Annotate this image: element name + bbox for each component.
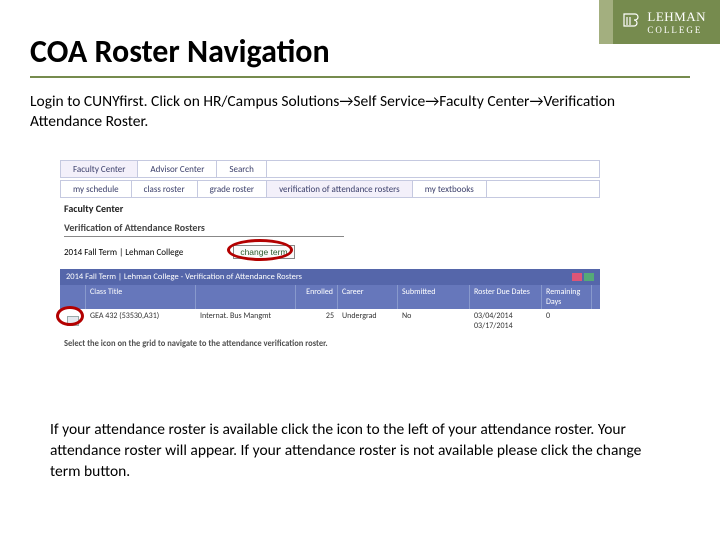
grid-hint: Select the icon on the grid to navigate … [64,339,600,349]
roster-icon[interactable] [67,316,79,326]
footer-instructions: If your attendance roster is available c… [50,420,660,483]
page-title: COA Roster Navigation [30,32,330,71]
table-row: GEA 432 (53530,A31) Internat. Bus Mangmt… [60,309,600,333]
tab-advisor-center[interactable]: Advisor Center [138,161,217,177]
term-label: 2014 Fall Term | Lehman College [64,247,183,258]
tab-faculty-center[interactable]: Faculty Center [61,161,138,177]
brand-name: LEHMAN [647,9,706,25]
change-term-button[interactable]: change term [233,245,294,259]
tab-search[interactable]: Search [217,161,266,177]
brand-logo: LEHMAN COLLEGE [621,9,706,35]
grid-header-bar: 2014 Fall Term | Lehman College - Verifi… [60,269,600,285]
tab-my-textbooks[interactable]: my textbooks [413,181,487,197]
grid-toolbar-icons[interactable] [572,273,594,281]
brand-strip: LEHMAN COLLEGE [599,0,720,44]
grid-column-headers: Class Title Enrolled Career Submitted Ro… [60,285,600,309]
title-underline [30,76,690,78]
screenshot-region: Faculty Center Advisor Center Search my … [60,160,600,349]
tab-verification-attendance[interactable]: verification of attendance rosters [267,181,413,197]
tab-my-schedule[interactable]: my schedule [61,181,132,197]
subheading: Verification of Attendance Rosters [64,221,344,237]
tab-grade-roster[interactable]: grade roster [198,181,267,197]
tab-row-sub: my schedule class roster grade roster ve… [60,180,600,198]
tab-row-top: Faculty Center Advisor Center Search [60,160,600,178]
tab-class-roster[interactable]: class roster [132,181,198,197]
intro-text: Login to CUNYfirst. Click on HR/Campus S… [30,92,670,132]
brand-sub: COLLEGE [647,25,706,35]
faculty-center-heading: Faculty Center [64,202,600,215]
